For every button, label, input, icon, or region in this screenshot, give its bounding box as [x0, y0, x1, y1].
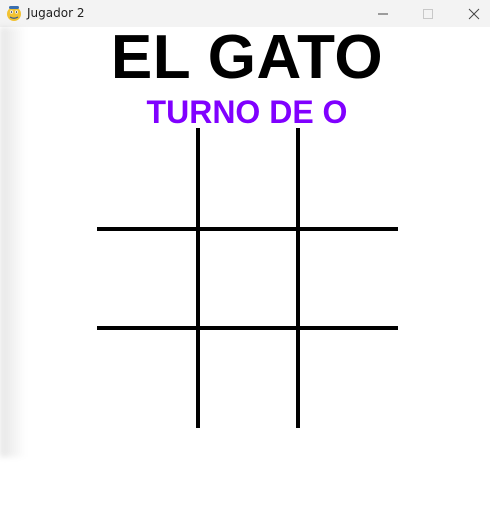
board-cell-2-1[interactable] [200, 330, 299, 429]
turn-indicator: TURNO DE O [146, 94, 348, 130]
grid-line-vertical-1 [196, 128, 200, 428]
pygame-snake-icon [7, 6, 21, 21]
grid-line-vertical-2 [296, 128, 300, 428]
board-cell-2-2[interactable] [300, 330, 399, 429]
close-button[interactable] [451, 0, 490, 27]
window-shadow [0, 27, 26, 457]
grid-line-horizontal-2 [97, 326, 398, 330]
maximize-button[interactable] [405, 0, 451, 27]
close-icon [468, 8, 480, 19]
minimize-icon [378, 13, 388, 14]
board-cell-0-1[interactable] [200, 128, 299, 227]
board-cell-1-1[interactable] [200, 231, 299, 330]
board-cell-2-0[interactable] [97, 330, 196, 429]
maximize-icon [423, 8, 433, 19]
board-cell-1-0[interactable] [97, 231, 196, 330]
board-cell-0-0[interactable] [97, 128, 196, 227]
game-title: EL GATO [110, 23, 384, 92]
board-cell-0-2[interactable] [300, 128, 399, 227]
game-window: Jugador 2 EL GATO TURNO DE O [0, 0, 490, 521]
tic-tac-toe-board [97, 128, 398, 429]
window-title: Jugador 2 [27, 6, 85, 20]
board-cell-1-2[interactable] [300, 231, 399, 330]
grid-line-horizontal-1 [97, 227, 398, 231]
